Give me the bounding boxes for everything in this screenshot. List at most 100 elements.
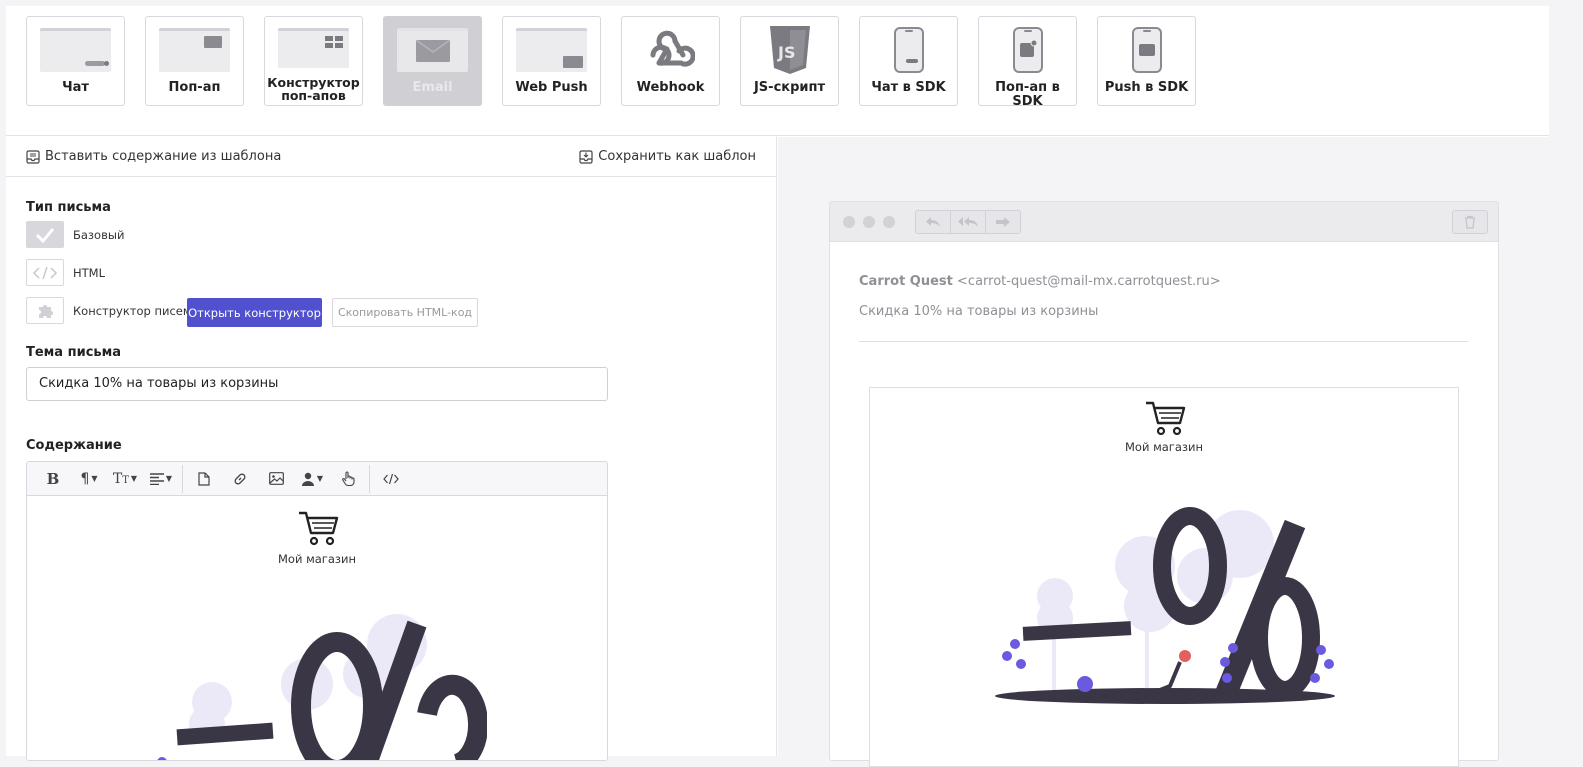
discount-illustration: [995, 507, 1335, 704]
tab-chat[interactable]: Чат: [26, 16, 125, 106]
tab-webhook[interactable]: Webhook: [621, 16, 720, 106]
font-size-button[interactable]: TT ▼: [107, 462, 143, 496]
email-preview-window: Carrot Quest <carrot-quest@mail-mx.carro…: [829, 201, 1499, 767]
source-code-button[interactable]: [373, 462, 409, 496]
window-dot: [863, 216, 875, 228]
mail-content: Мой магазин: [869, 387, 1459, 767]
divider: [859, 341, 1468, 342]
code-icon: [32, 266, 58, 279]
svg-text:JS: JS: [777, 43, 795, 62]
letter-type-basic-label: Базовый: [73, 227, 125, 242]
webhook-icon: [650, 30, 695, 67]
channel-tabs: Чат Поп-ап Конструктор поп-апов Email We…: [6, 6, 1549, 136]
tab-popup-builder[interactable]: Конструктор поп-апов: [264, 16, 363, 106]
save-template-label: Сохранить как шаблон: [598, 149, 756, 164]
email-editor-panel: Вставить содержание из шаблона Сохранить…: [6, 137, 777, 761]
window-dot: [843, 216, 855, 228]
toolbar-divider: [182, 464, 183, 493]
basic-radio[interactable]: [26, 221, 64, 248]
editor-body[interactable]: Мой магазин: [27, 496, 607, 760]
tab-js-script-label: JS-скрипт: [753, 80, 826, 95]
tab-popup[interactable]: Поп-ап: [145, 16, 244, 106]
content-title: Содержание: [26, 438, 122, 453]
puzzle-icon: [39, 304, 53, 318]
forward-icon: [986, 211, 1020, 233]
popup-builder-icon: [278, 28, 349, 68]
tab-popup-label: Поп-ап: [168, 80, 221, 95]
shop-name: Мой магазин: [277, 552, 356, 566]
sdk-chat-icon: [893, 27, 924, 73]
tab-web-push[interactable]: Web Push: [502, 16, 601, 106]
sdk-push-icon: [1131, 27, 1162, 73]
web-push-icon: [516, 28, 587, 72]
tab-popup-builder-label: Конструктор поп-апов: [267, 75, 360, 103]
subject-input[interactable]: Скидка 10% на товары из корзины: [26, 367, 608, 401]
tab-sdk-chat-label: Чат в SDK: [871, 80, 946, 95]
mail-nav-group: [915, 210, 1021, 234]
code-icon: [383, 473, 399, 484]
cart-icon: [297, 510, 339, 550]
app-frame: Чат Поп-ап Конструктор поп-апов Email We…: [6, 6, 1549, 767]
editor-toolbar: B ¶ ▼ TT ▼ ▼ ▼: [27, 462, 607, 496]
html-radio[interactable]: [26, 259, 64, 286]
tab-sdk-push[interactable]: Push в SDK: [1097, 16, 1196, 106]
letter-type-html[interactable]: HTML: [26, 259, 105, 286]
bold-icon: B: [46, 469, 60, 488]
tab-webhook-label: Webhook: [636, 80, 705, 95]
check-icon: [35, 227, 55, 243]
insert-template-label: Вставить содержание из шаблона: [45, 149, 282, 164]
email-preview-panel: Carrot Quest <carrot-quest@mail-mx.carro…: [778, 137, 1549, 767]
letter-type-basic[interactable]: Базовый: [26, 221, 124, 248]
letter-type-title: Тип письма: [26, 200, 111, 215]
subject-title: Тема письма: [26, 345, 122, 360]
paragraph-icon: ¶: [80, 470, 90, 487]
save-template-button[interactable]: Сохранить как шаблон: [579, 149, 756, 164]
tab-sdk-push-label: Push в SDK: [1104, 80, 1189, 95]
mail-subject: Скидка 10% на товары из корзины: [859, 304, 1099, 319]
letter-type-builder[interactable]: Конструктор писем: [26, 297, 192, 324]
tab-web-push-label: Web Push: [515, 80, 588, 95]
tab-chat-label: Чат: [62, 80, 89, 95]
copy-html-button[interactable]: Скопировать HTML-код: [332, 298, 478, 327]
sdk-popup-icon: [1012, 27, 1043, 73]
link-button[interactable]: [222, 462, 258, 496]
content-editor[interactable]: B ¶ ▼ TT ▼ ▼ ▼ Мой магазин: [26, 461, 608, 761]
popup-window-icon: [159, 28, 230, 72]
template-insert-icon: [26, 149, 40, 164]
file-icon: [198, 471, 210, 486]
chat-window-icon: [40, 28, 111, 72]
email-envelope-icon: [397, 28, 468, 72]
open-builder-button[interactable]: Открыть конструктор: [187, 298, 322, 327]
hand-pointer-icon: [342, 471, 355, 486]
mail-window-bar: [830, 202, 1498, 242]
trash-icon: [1452, 210, 1488, 234]
align-left-icon: [149, 472, 164, 485]
window-dot: [883, 216, 895, 228]
sender-email: <carrot-quest@mail-mx.carrotquest.ru>: [957, 274, 1221, 289]
tab-email-label: Email: [412, 80, 453, 95]
js-script-icon: JS: [769, 26, 810, 74]
tab-sdk-chat[interactable]: Чат в SDK: [859, 16, 958, 106]
toolbar-divider: [369, 464, 370, 493]
tab-js-script[interactable]: JS JS-скрипт: [740, 16, 839, 106]
template-bar: Вставить содержание из шаблона Сохранить…: [6, 137, 776, 177]
builder-radio[interactable]: [26, 297, 64, 324]
user-property-button[interactable]: ▼: [294, 462, 330, 496]
insert-template-button[interactable]: Вставить содержание из шаблона: [26, 149, 281, 164]
letter-type-html-label: HTML: [73, 265, 106, 280]
paragraph-button[interactable]: ¶ ▼: [71, 462, 107, 496]
template-save-icon: [579, 149, 593, 164]
cart-icon: [1144, 400, 1186, 440]
letter-type-builder-label: Конструктор писем: [73, 303, 192, 318]
tab-sdk-popup[interactable]: Поп-ап в SDK: [978, 16, 1077, 109]
align-button[interactable]: ▼: [143, 462, 179, 496]
button-insert-button[interactable]: [330, 462, 366, 496]
text-size-icon: TT: [112, 470, 129, 487]
user-icon: [301, 472, 314, 486]
shop-name: Мой магазин: [1124, 440, 1203, 454]
bold-button[interactable]: B: [35, 462, 71, 496]
file-button[interactable]: [186, 462, 222, 496]
image-button[interactable]: [258, 462, 294, 496]
mail-from: Carrot Quest <carrot-quest@mail-mx.carro…: [859, 274, 1221, 289]
tab-email[interactable]: Email: [383, 16, 482, 106]
